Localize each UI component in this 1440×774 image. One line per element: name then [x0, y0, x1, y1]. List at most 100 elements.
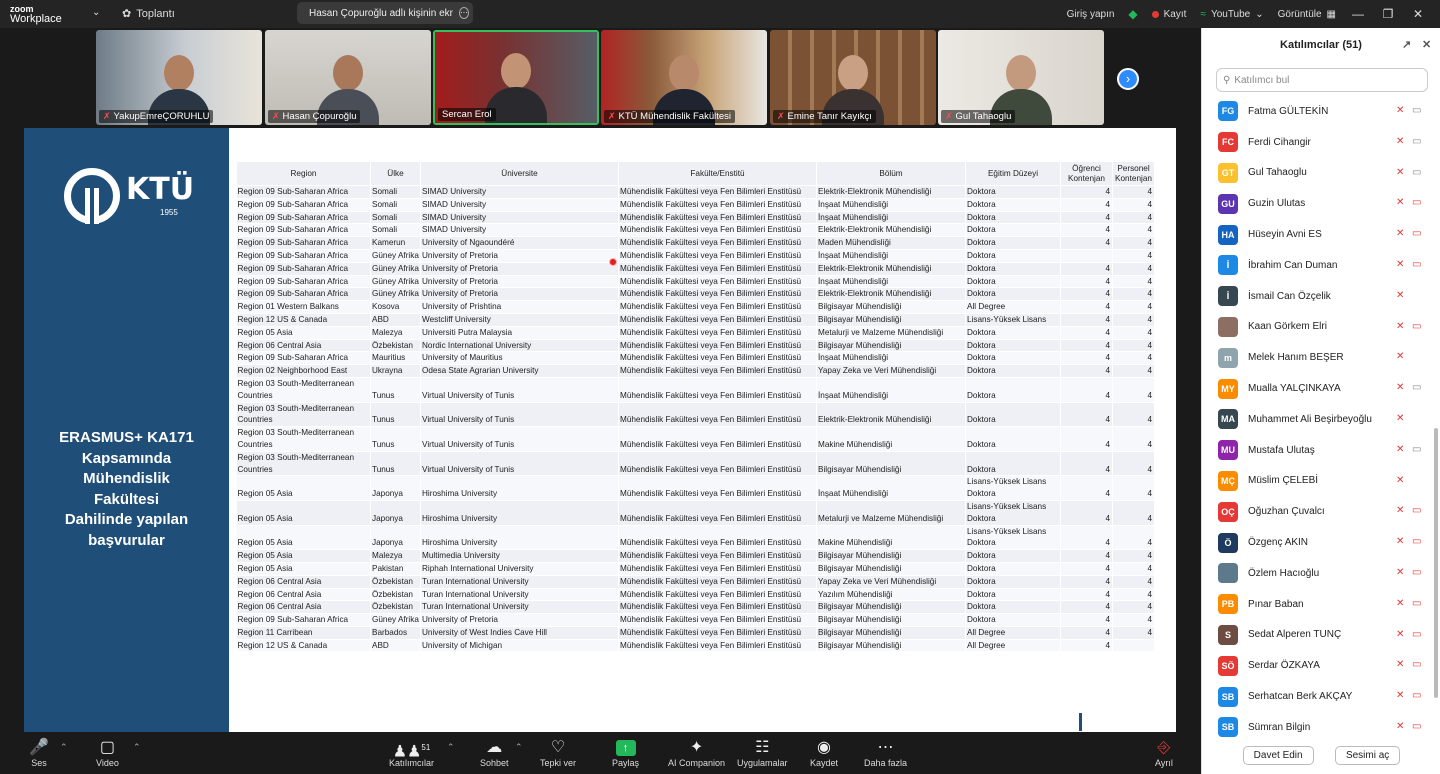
participant-row[interactable]: İ İbrahim Can Duman ✕ ▭ — [1202, 250, 1433, 281]
avatar: SB — [1218, 717, 1238, 738]
panel-scrollbar[interactable] — [1434, 428, 1438, 698]
table-cell: Mühendislik Fakültesi veya Fen Bilimleri… — [618, 613, 817, 627]
minimize-icon[interactable]: — — [1350, 7, 1366, 21]
participant-name: İbrahim Can Duman — [1248, 259, 1338, 271]
video-tile[interactable]: ✗ KTÜ Mühendislik Fakültesi — [601, 30, 767, 125]
close-icon[interactable]: ✕ — [1422, 38, 1431, 51]
participant-row[interactable]: MU Mustafa Ulutaş ✕ ▭ — [1202, 435, 1433, 466]
video-tile[interactable]: ✗ Gul Tahaoglu — [938, 30, 1104, 125]
participant-row[interactable]: Özlem Hacıoğlu ✕ ▭ — [1202, 558, 1433, 589]
video-button[interactable]: ▢ Video — [96, 738, 119, 768]
slide-title-line: başvurular — [88, 531, 165, 549]
table-cell: Region 05 Asia — [236, 562, 371, 576]
camera-icon: ▭ — [1412, 443, 1422, 455]
chevron-up-icon[interactable]: ⌃ — [515, 742, 523, 753]
chat-button[interactable]: ☁ Sohbet — [480, 738, 509, 768]
popout-icon[interactable]: ↗ — [1402, 38, 1411, 51]
leave-button[interactable]: ⎆ Ayrıl — [1155, 738, 1173, 768]
video-tile[interactable]: ✗ Hasan Çopuroğlu — [265, 30, 431, 125]
share-button[interactable]: ↑ Paylaş — [612, 738, 639, 768]
participant-row[interactable]: MY Mualla YALÇINKAYA ✕ ▭ — [1202, 373, 1433, 404]
tile-name: ✗ YakupEmreÇORUHLU — [99, 110, 214, 123]
mic-muted-icon: ✕ — [1396, 289, 1405, 301]
participant-row[interactable]: FG Fatma GÜLTEKİN ✕ ▭ — [1202, 96, 1433, 127]
search-input[interactable]: Katılımcı bul — [1234, 75, 1289, 86]
table-cell: University of West Indies Cave Hill — [420, 626, 619, 640]
video-tile[interactable]: ✗ Emine Tanır Kayıkçı — [770, 30, 936, 125]
ktu-logo-bar — [85, 188, 99, 224]
participant-row[interactable]: m Melek Hanım BEŞER ✕ — [1202, 342, 1433, 373]
participant-row[interactable]: SB Serhatcan Berk AKÇAY ✕ ▭ — [1202, 681, 1433, 712]
participant-row[interactable]: PB Pınar Baban ✕ ▭ — [1202, 589, 1433, 620]
more-icon[interactable]: ⋯ — [458, 7, 469, 19]
participant-row[interactable]: MA Muhammet Ali Beşirbeyoğlu ✕ — [1202, 404, 1433, 435]
participants-button[interactable]: ♟♟51 Katılımcılar — [389, 738, 434, 768]
table-cell: University of Michigan — [420, 639, 619, 653]
camera-icon: ▭ — [1412, 166, 1422, 178]
restore-icon[interactable]: ❐ — [1380, 7, 1396, 21]
video-tile[interactable]: ✗ YakupEmreÇORUHLU — [96, 30, 262, 125]
avatar: Ö — [1218, 532, 1238, 553]
table-row: Region 02 Neighborhood East Ukrayna Odesa … — [236, 364, 1155, 378]
close-icon[interactable]: ✕ — [1410, 7, 1426, 21]
participant-search[interactable]: ⚲ Katılımcı bul — [1216, 68, 1428, 92]
participant-row[interactable]: FC Ferdi Cihangir ✕ ▭ — [1202, 127, 1433, 158]
more-button[interactable]: ⋯ Daha fazla — [864, 738, 907, 768]
table-row: Region 09 Sub-Saharan Africa Güney Afrika… — [236, 275, 1155, 289]
table-row: Region 11 Carribean Barbados University of… — [236, 626, 1155, 640]
participant-row[interactable]: S Sedat Alperen TUNÇ ✕ ▭ — [1202, 620, 1433, 651]
participant-row[interactable]: GT Gul Tahaoglu ✕ ▭ — [1202, 158, 1433, 189]
table-cell: Mühendislik Fakültesi veya Fen Bilimleri… — [618, 185, 817, 199]
mic-muted-icon: ✕ — [1396, 105, 1405, 116]
participant-row[interactable]: İ İsmail Can Özçelik ✕ — [1202, 281, 1433, 312]
ai-companion-button[interactable]: ✦ AI Companion — [668, 738, 725, 768]
table-cell: Doktora — [965, 249, 1061, 263]
view-menu[interactable]: Görüntüle ▦ — [1278, 9, 1336, 20]
youtube-menu[interactable]: ≈ YouTube ⌄ — [1200, 9, 1263, 20]
participant-name: Melek Hanım BEŞER — [1248, 352, 1344, 364]
participant-row[interactable]: GU Guzin Ulutas ✕ ▭ — [1202, 188, 1433, 219]
table-cell: İnşaat Mühendisliği — [816, 198, 966, 212]
record-button[interactable]: ◉ Kaydet — [810, 738, 838, 768]
participant-row[interactable]: OÇ Oğuzhan Çuvalcı ✕ ▭ — [1202, 496, 1433, 527]
record-indicator[interactable]: Kayıt — [1151, 9, 1186, 20]
table-cell: Yapay Zeka ve Veri Mühendisliği — [816, 364, 966, 378]
unmute-button[interactable]: Sesimi aç — [1334, 745, 1401, 765]
table-cell: 4 — [1112, 525, 1155, 551]
react-button[interactable]: ♡ Tepki ver — [540, 738, 576, 768]
table-cell: 4 — [1112, 500, 1155, 526]
table-row: Region 06 Central Asia Özbekistan Turan In… — [236, 588, 1155, 602]
mic-muted-icon: ✕ — [1396, 628, 1405, 640]
apps-button[interactable]: ☷ Uygulamalar — [737, 738, 788, 768]
table-cell: Region 05 Asia — [236, 475, 371, 501]
table-cell: Maden Mühendisliği — [816, 236, 966, 250]
camera-off-icon: ▭ — [1412, 197, 1422, 209]
chevron-up-icon[interactable]: ⌃ — [60, 742, 68, 753]
table-cell: 4 — [1060, 525, 1113, 551]
meeting-menu[interactable]: ✿ Toplantı — [122, 7, 175, 21]
table-cell: Hiroshima University — [420, 475, 619, 501]
chevron-up-icon[interactable]: ⌃ — [133, 742, 141, 753]
table-cell: Japonya — [370, 500, 421, 526]
audio-button[interactable]: 🎤 Ses — [29, 738, 49, 768]
participant-row[interactable]: Ö Özgenç AKIN ✕ ▭ — [1202, 527, 1433, 558]
participant-row[interactable]: MÇ Müslim ÇELEBİ ✕ — [1202, 466, 1433, 497]
participant-row[interactable]: HA Hüseyin Avni ES ✕ ▭ — [1202, 219, 1433, 250]
participant-name: Mualla YALÇINKAYA — [1248, 383, 1341, 395]
video-tile-active-speaker[interactable]: Sercan Erol — [433, 30, 599, 125]
signin-link[interactable]: Giriş yapın — [1067, 9, 1115, 20]
table-cell: İnşaat Mühendisliği — [816, 249, 966, 263]
meeting-label: Toplantı — [136, 7, 175, 20]
chevron-up-icon[interactable]: ⌃ — [447, 742, 455, 753]
avatar: GT — [1218, 162, 1238, 183]
chevron-down-icon[interactable]: ⌄ — [92, 7, 100, 18]
mic-muted-icon: ✕ — [1396, 536, 1405, 548]
invite-button[interactable]: Davet Edin — [1242, 745, 1314, 765]
avatar: MA — [1218, 409, 1238, 430]
table-cell: Somali — [370, 198, 421, 212]
shield-icon[interactable]: ◆ — [1128, 7, 1137, 21]
participant-row[interactable]: Kaan Görkem Elri ✕ ▭ — [1202, 312, 1433, 343]
screen-share-notice[interactable]: Hasan Çopuroğlu adlı kişinin ekr ⋯ — [297, 2, 473, 24]
participant-row[interactable]: SÖ Serdar ÖZKAYA ✕ ▭ — [1202, 650, 1433, 681]
next-page-arrow-icon[interactable]: › — [1117, 68, 1139, 90]
